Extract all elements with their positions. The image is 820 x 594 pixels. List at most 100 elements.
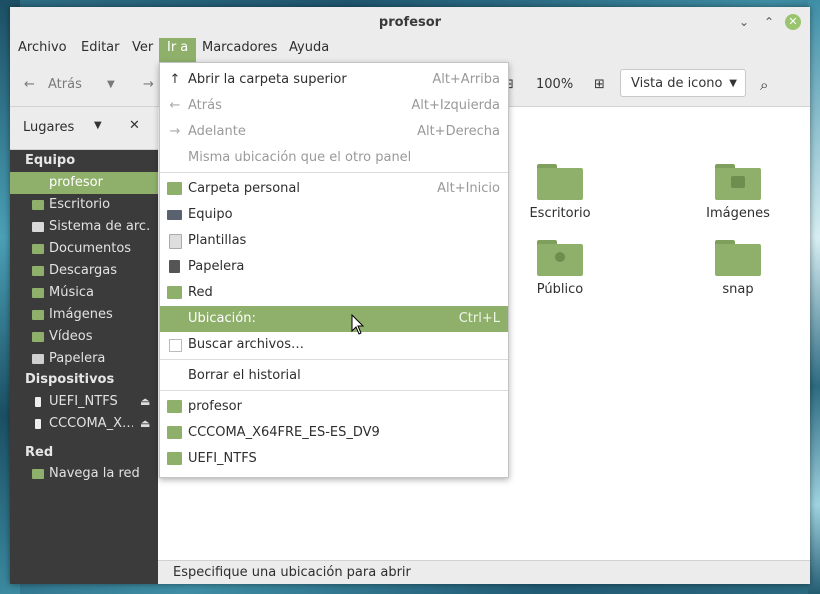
menu-item-bookmark-uefi[interactable]: UEFI_NTFS	[160, 446, 508, 472]
menu-item-same-location[interactable]: Misma ubicación que el otro panel	[160, 145, 508, 171]
folder-icon	[167, 426, 182, 439]
up-arrow-icon: ↑	[169, 72, 181, 87]
pictures-folder-icon	[715, 164, 761, 200]
menu-archivo[interactable]: Archivo	[10, 38, 75, 64]
back-button-label[interactable]: Atrás	[48, 72, 82, 98]
back-arrow-icon: ←	[169, 98, 181, 113]
menu-separator	[160, 172, 508, 173]
sidebar-item-papelera[interactable]: Papelera	[10, 348, 158, 370]
filesystem-icon	[32, 222, 44, 232]
places-dropdown-icon[interactable]: ▼	[94, 120, 102, 131]
zoom-in-icon[interactable]: ⊞	[594, 72, 605, 98]
folder-item[interactable]: Imágenes	[683, 164, 793, 221]
sidebar-item-escritorio[interactable]: Escritorio	[10, 194, 158, 216]
home-folder-icon	[32, 178, 44, 188]
downloads-folder-icon	[32, 266, 44, 276]
sidebar-item-cccoma[interactable]: CCCOMA_X… ⏏	[10, 413, 158, 435]
eject-icon[interactable]: ⏏	[140, 413, 150, 435]
desktop-folder-icon	[32, 200, 44, 210]
maximize-button[interactable]: ⌃	[760, 13, 778, 31]
sidebar: Equipo profesor Escritorio Sistema de ar…	[10, 150, 158, 584]
eject-icon[interactable]: ⏏	[140, 391, 150, 413]
folder-item[interactable]: Público	[505, 240, 615, 297]
history-dropdown-icon[interactable]: ▼	[107, 72, 115, 98]
menu-ayuda[interactable]: Ayuda	[281, 38, 337, 64]
folder-label: snap	[722, 282, 754, 297]
sidebar-item-navega-red[interactable]: Navega la red	[10, 463, 158, 485]
sidebar-item-profesor[interactable]: profesor	[10, 172, 158, 194]
network-icon	[167, 286, 182, 299]
sidebar-header-red: Red	[25, 445, 54, 460]
menu-item-home[interactable]: Carpeta personal Alt+Inicio	[160, 176, 508, 202]
folder-item[interactable]: snap	[683, 240, 793, 297]
menu-item-location[interactable]: Ubicación: Ctrl+L	[160, 306, 508, 332]
sidebar-item-videos[interactable]: Vídeos	[10, 326, 158, 348]
folder-icon	[167, 452, 182, 465]
menu-item-network[interactable]: Red	[160, 280, 508, 306]
forward-arrow-icon[interactable]: →	[143, 72, 154, 98]
menu-separator	[160, 390, 508, 391]
checkbox-icon	[169, 339, 182, 352]
usb-drive-icon	[35, 397, 41, 407]
sidebar-item-imagenes[interactable]: Imágenes	[10, 304, 158, 326]
menu-item-trash[interactable]: Papelera	[160, 254, 508, 280]
home-folder-icon	[167, 400, 182, 413]
menu-item-open-parent[interactable]: ↑ Abrir la carpeta superior Alt+Arriba	[160, 67, 508, 93]
folder-icon	[715, 240, 761, 276]
menu-item-clear-history[interactable]: Borrar el historial	[160, 363, 508, 389]
sidebar-item-uefi-ntfs[interactable]: UEFI_NTFS ⏏	[10, 391, 158, 413]
menu-ver[interactable]: Ver	[124, 38, 161, 64]
menu-item-templates[interactable]: Plantillas	[160, 228, 508, 254]
mouse-cursor-icon	[351, 314, 365, 335]
close-sidebar-icon[interactable]: ✕	[129, 118, 140, 133]
trash-icon	[169, 260, 180, 273]
sidebar-item-sistema[interactable]: Sistema de arc…	[10, 216, 158, 238]
share-folder-icon	[537, 240, 583, 276]
sidebar-item-descargas[interactable]: Descargas	[10, 260, 158, 282]
status-bar: Especifique una ubicación para abrir	[158, 560, 810, 584]
back-arrow-icon[interactable]: ←	[24, 72, 35, 98]
title-bar: profesor ⌄ ⌃ ✕	[10, 7, 810, 38]
folder-label: Público	[536, 282, 584, 297]
window-title: profesor	[378, 15, 442, 30]
videos-folder-icon	[32, 332, 44, 342]
sidebar-header-equipo: Equipo	[25, 153, 76, 168]
templates-icon	[169, 234, 182, 249]
menu-item-computer[interactable]: Equipo	[160, 202, 508, 228]
view-mode-label: Vista de icono	[631, 76, 723, 91]
computer-icon	[167, 210, 182, 220]
sidebar-header-dispositivos: Dispositivos	[25, 372, 115, 387]
menu-item-bookmark-cccoma[interactable]: CCCOMA_X64FRE_ES-ES_DV9	[160, 420, 508, 446]
documents-folder-icon	[32, 244, 44, 254]
folder-item[interactable]: Escritorio	[505, 164, 615, 221]
menu-item-back[interactable]: ← Atrás Alt+Izquierda	[160, 93, 508, 119]
view-mode-select[interactable]: Vista de icono ▼	[620, 69, 746, 97]
pictures-folder-icon	[32, 310, 44, 320]
menu-bar: Archivo Editar Ver Ir a Marcadores Ayuda	[10, 38, 810, 64]
close-button[interactable]: ✕	[785, 14, 801, 30]
places-header: Lugares ▼ ✕	[10, 107, 158, 150]
zoom-level: 100%	[536, 77, 574, 92]
menu-item-search-files[interactable]: Buscar archivos…	[160, 332, 508, 358]
go-to-menu: ↑ Abrir la carpeta superior Alt+Arriba ← At…	[159, 62, 509, 478]
minimize-button[interactable]: ⌄	[735, 13, 753, 31]
menu-item-bookmark-profesor[interactable]: profesor	[160, 394, 508, 420]
menu-item-forward[interactable]: → Adelante Alt+Derecha	[160, 119, 508, 145]
home-folder-icon	[167, 182, 182, 195]
sidebar-item-documentos[interactable]: Documentos	[10, 238, 158, 260]
forward-arrow-icon: →	[169, 124, 181, 139]
network-icon	[32, 469, 44, 479]
menu-editar[interactable]: Editar	[73, 38, 128, 64]
menu-ir-a[interactable]: Ir a	[159, 38, 197, 64]
chevron-down-icon: ▼	[729, 78, 737, 89]
menu-marcadores[interactable]: Marcadores	[194, 38, 285, 64]
sidebar-item-musica[interactable]: Música	[10, 282, 158, 304]
music-folder-icon	[32, 288, 44, 298]
places-label: Lugares	[23, 120, 75, 135]
folder-label: Escritorio	[529, 206, 591, 221]
usb-drive-icon	[35, 419, 41, 429]
folder-icon	[537, 164, 583, 200]
search-icon[interactable]: ⌕	[760, 72, 768, 98]
folder-label: Imágenes	[706, 206, 770, 221]
trash-icon	[32, 354, 44, 364]
